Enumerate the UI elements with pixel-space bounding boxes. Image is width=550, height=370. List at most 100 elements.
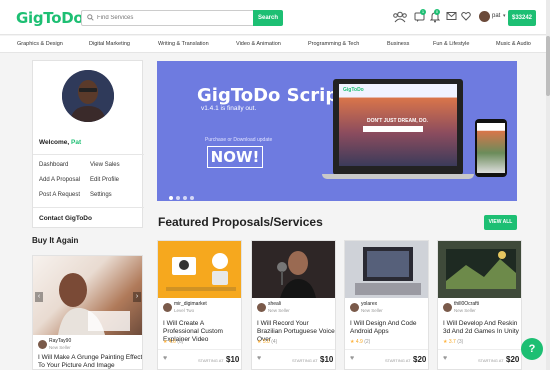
gig-rating: ★ 5.0 (4)	[257, 339, 278, 345]
category-video-animation[interactable]: Video & Animation	[236, 41, 281, 47]
seller-name[interactable]: sheali	[268, 301, 281, 307]
gig-title[interactable]: I Will Make A Grunge Painting Effect To …	[38, 354, 142, 369]
seller-level: New Seller	[268, 308, 290, 313]
profile-avatar[interactable]	[62, 70, 114, 122]
banner-subtitle: v1.4.1 is finally out.	[201, 105, 257, 112]
user-menu[interactable]: pat ▾	[479, 11, 511, 25]
seller-name[interactable]: thill0Ocrafti	[454, 301, 479, 307]
balance-button[interactable]: $33242	[508, 10, 536, 26]
mock-headline: DON'T JUST DREAM, DO.	[367, 118, 428, 124]
seller-level: New Seller	[454, 308, 476, 313]
category-digital-marketing[interactable]: Digital Marketing	[89, 41, 130, 47]
gig-title[interactable]: I Will Design And Code Android Apps	[350, 320, 428, 336]
scrollbar-thumb[interactable]	[546, 36, 550, 96]
heart-icon[interactable]: ♥	[163, 355, 167, 362]
unity-games-photo-icon	[438, 241, 521, 298]
link-view-sales[interactable]: View Sales	[90, 162, 120, 168]
link-contact[interactable]: Contact GigToDo	[39, 215, 92, 222]
gig-image[interactable]	[438, 241, 521, 298]
seller-name[interactable]: RayTay90	[49, 338, 71, 344]
promo-banner[interactable]: GigToDo Script v1.4.1 is finally out. Pu…	[157, 61, 517, 201]
gig-image[interactable]	[158, 241, 241, 298]
mock-search	[363, 126, 423, 132]
phone-mockup	[475, 119, 507, 177]
help-button[interactable]: ?	[521, 338, 543, 360]
search-icon	[87, 14, 94, 21]
mock-logo: GigToDo	[343, 87, 364, 93]
seller-name[interactable]: yolarex	[361, 301, 377, 307]
divider	[33, 154, 144, 155]
starting-at-label: STARTING AT	[198, 358, 224, 363]
link-edit-profile[interactable]: Edit Profile	[90, 177, 119, 183]
divider	[345, 349, 428, 350]
gig-image[interactable]	[345, 241, 428, 298]
phone-screen	[477, 123, 505, 173]
category-graphics-design[interactable]: Graphics & Design	[17, 41, 63, 47]
star-icon: ★	[257, 339, 262, 345]
user-sidebar-card: Welcome, Pat Dashboard View Sales Add A …	[32, 60, 144, 228]
gigtodo-logo[interactable]: GigToDo	[16, 9, 84, 27]
seller-level: New Seller	[361, 308, 383, 313]
heart-icon[interactable]: ♥	[443, 355, 447, 362]
gig-card[interactable]: mir_digimarket Level Two I Will Create A…	[157, 240, 242, 370]
category-fun-lifestyle[interactable]: Fun & Lifestyle	[433, 41, 469, 47]
gig-title[interactable]: I Will Develop And Reskin 3d And 2d Game…	[443, 320, 521, 336]
search-button[interactable]: Search	[253, 10, 283, 26]
buy-it-again-title: Buy It Again	[32, 236, 79, 245]
community-icon[interactable]	[392, 11, 408, 23]
mail-icon[interactable]	[446, 11, 457, 21]
gig-card[interactable]: yolarex New Seller I Will Design And Cod…	[344, 240, 429, 370]
welcome-name: Pat	[71, 139, 82, 146]
heart-icon[interactable]: ♥	[257, 355, 261, 362]
gig-rating: ★ 3.7 (3)	[443, 339, 464, 345]
seller-name[interactable]: mir_digimarket	[174, 301, 207, 307]
buy-it-again-card[interactable]: ‹ › RayTay90 New Seller I Will Make A Gr…	[32, 255, 143, 370]
divider	[158, 349, 241, 350]
laptop-base	[322, 174, 474, 179]
category-music-audio[interactable]: Music & Audio	[496, 41, 531, 47]
link-add-proposal[interactable]: Add A Proposal	[39, 177, 80, 183]
painting-photo-icon	[58, 273, 130, 335]
divider	[33, 207, 144, 208]
category-programming-tech[interactable]: Programming & Tech	[308, 41, 359, 47]
messages-badge: 1	[420, 9, 426, 15]
laptop-mockup: GigToDo DON'T JUST DREAM, DO.	[333, 79, 463, 175]
link-post-request[interactable]: Post A Request	[39, 192, 80, 198]
welcome-text: Welcome, Pat	[39, 139, 82, 146]
search-input[interactable]	[97, 12, 247, 24]
favorites-icon[interactable]	[461, 11, 471, 21]
seller-avatar	[257, 303, 266, 312]
chevron-down-icon: ▾	[503, 13, 506, 19]
heart-icon[interactable]: ♥	[350, 355, 354, 362]
voice-over-photo-icon	[252, 241, 335, 298]
banner-title: GigToDo Script	[197, 85, 347, 106]
gig-image[interactable]	[33, 256, 142, 335]
notifications-badge: 0	[434, 9, 440, 15]
carousel-dot[interactable]	[183, 196, 187, 200]
link-settings[interactable]: Settings	[90, 192, 112, 198]
view-all-button[interactable]: VIEW ALL	[484, 215, 517, 230]
next-arrow-icon[interactable]: ›	[133, 292, 141, 302]
seller-avatar	[38, 340, 47, 349]
starting-at-label: STARTING AT	[478, 358, 504, 363]
gig-image[interactable]	[252, 241, 335, 298]
gig-card[interactable]: sheali New Seller I Will Record Your Bra…	[251, 240, 336, 370]
user-avatar	[479, 11, 490, 22]
banner-cta-small: Purchase or Download update	[205, 137, 273, 143]
carousel-dot[interactable]	[190, 196, 194, 200]
gig-card[interactable]: thill0Ocrafti New Seller I Will Develop …	[437, 240, 522, 370]
gig-price: $20	[506, 355, 520, 364]
banner-cta-now[interactable]: NOW!	[207, 146, 263, 168]
category-business[interactable]: Business	[387, 41, 409, 47]
user-name: pat	[492, 13, 501, 19]
seller-avatar	[163, 303, 172, 312]
link-dashboard[interactable]: Dashboard	[39, 162, 68, 168]
featured-title: Featured Proposals/Services	[158, 215, 323, 229]
category-writing-translation[interactable]: Writing & Translation	[158, 41, 209, 47]
prev-arrow-icon[interactable]: ‹	[35, 292, 43, 302]
seller-avatar	[350, 303, 359, 312]
category-bar: Graphics & Design Digital Marketing Writ…	[0, 36, 550, 53]
carousel-dot[interactable]	[169, 196, 173, 200]
starting-at-label: STARTING AT	[292, 358, 318, 363]
carousel-dot[interactable]	[176, 196, 180, 200]
